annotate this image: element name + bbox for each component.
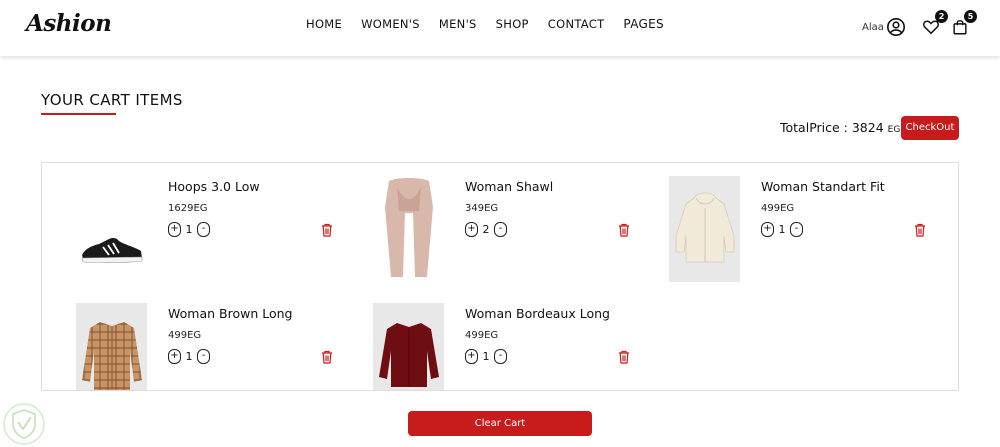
nav-contact[interactable]: CONTACT xyxy=(548,17,605,31)
sneaker-image[interactable] xyxy=(76,176,147,282)
site-header: Ashion HOME WOMEN'S MEN'S SHOP CONTACT P… xyxy=(0,0,1000,56)
cart-count-badge: 5 xyxy=(964,10,977,23)
decrease-qty-button[interactable]: - xyxy=(494,349,507,364)
main-nav: HOME WOMEN'S MEN'S SHOP CONTACT PAGES xyxy=(306,17,683,31)
increase-qty-button[interactable]: + xyxy=(465,349,478,364)
item-price: 499EG xyxy=(761,203,795,214)
cart-items-grid: Hoops 3.0 Low 1629EG + 1 - Woman Shawl 3… xyxy=(41,162,959,391)
cart-item: Woman Standart Fit 499EG + 1 - xyxy=(669,176,958,286)
trash-icon[interactable] xyxy=(321,223,333,237)
decrease-qty-button[interactable]: - xyxy=(197,349,210,364)
wishlist-count-badge: 2 xyxy=(935,10,948,23)
item-name[interactable]: Woman Standart Fit xyxy=(761,179,885,194)
cart-item: Hoops 3.0 Low 1629EG + 1 - xyxy=(76,176,366,286)
user-menu[interactable]: Alaa xyxy=(862,17,906,37)
trash-icon[interactable] xyxy=(321,350,333,364)
nav-pages[interactable]: PAGES xyxy=(623,17,663,31)
nav-mens[interactable]: MEN'S xyxy=(439,17,477,31)
trash-icon[interactable] xyxy=(618,350,630,364)
total-currency: EG xyxy=(887,125,901,135)
checkout-button[interactable]: CheckOut xyxy=(901,116,959,140)
increase-qty-button[interactable]: + xyxy=(168,222,181,237)
shawl-image[interactable] xyxy=(373,176,444,282)
item-name[interactable]: Woman Shawl xyxy=(465,179,553,194)
quantity-stepper: + 1 - xyxy=(168,349,210,364)
user-icon[interactable] xyxy=(886,17,906,37)
total-price: TotalPrice : 3824 EG xyxy=(780,120,900,135)
quantity-stepper: + 2 - xyxy=(465,222,507,237)
bordeaux-shirt-image[interactable] xyxy=(373,303,444,390)
quantity-value: 1 xyxy=(185,350,193,363)
item-price: 349EG xyxy=(465,203,499,214)
increase-qty-button[interactable]: + xyxy=(168,349,181,364)
logo[interactable]: Ashion xyxy=(26,10,112,37)
trash-icon[interactable] xyxy=(914,223,926,237)
decrease-qty-button[interactable]: - xyxy=(494,222,507,237)
cart-button[interactable]: 5 xyxy=(951,10,977,38)
quantity-value: 1 xyxy=(482,350,490,363)
plaid-shirt-image[interactable] xyxy=(76,303,147,390)
nav-womens[interactable]: WOMEN'S xyxy=(361,17,420,31)
shield-watermark-icon xyxy=(3,403,45,445)
total-price-label: TotalPrice : 3824 xyxy=(780,120,884,135)
item-name[interactable]: Hoops 3.0 Low xyxy=(168,179,260,194)
trash-icon[interactable] xyxy=(618,223,630,237)
cart-item: Woman Bordeaux Long 499EG + 1 - xyxy=(373,303,663,390)
quantity-stepper: + 1 - xyxy=(465,349,507,364)
increase-qty-button[interactable]: + xyxy=(761,222,774,237)
item-name[interactable]: Woman Brown Long xyxy=(168,306,292,321)
wishlist-button[interactable]: 2 xyxy=(922,10,948,38)
cart-item: Woman Brown Long 499EG + 1 - xyxy=(76,303,366,390)
clear-cart-button[interactable]: Clear Cart xyxy=(408,411,592,436)
quantity-value: 2 xyxy=(482,223,490,236)
decrease-qty-button[interactable]: - xyxy=(197,222,210,237)
increase-qty-button[interactable]: + xyxy=(465,222,478,237)
item-name[interactable]: Woman Bordeaux Long xyxy=(465,306,610,321)
quantity-stepper: + 1 - xyxy=(761,222,803,237)
hoodie-image[interactable] xyxy=(669,176,740,282)
quantity-value: 1 xyxy=(778,223,786,236)
page-title: YOUR CART ITEMS xyxy=(41,91,183,109)
item-price: 1629EG xyxy=(168,203,208,214)
title-underline xyxy=(41,113,116,115)
nav-home[interactable]: HOME xyxy=(306,17,342,31)
item-price: 499EG xyxy=(465,330,499,341)
quantity-stepper: + 1 - xyxy=(168,222,210,237)
cart-item: Woman Shawl 349EG + 2 - xyxy=(373,176,663,286)
item-price: 499EG xyxy=(168,330,202,341)
nav-shop[interactable]: SHOP xyxy=(496,17,529,31)
decrease-qty-button[interactable]: - xyxy=(790,222,803,237)
user-name: Alaa xyxy=(862,21,884,33)
quantity-value: 1 xyxy=(185,223,193,236)
